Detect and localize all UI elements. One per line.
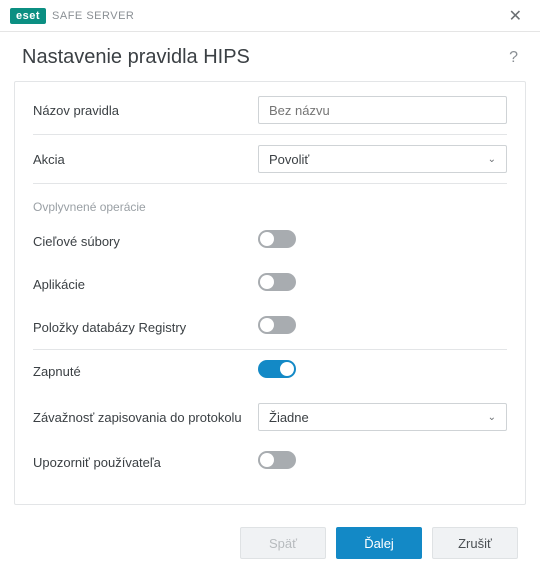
brand-logo: eset SAFE SERVER xyxy=(10,8,134,24)
action-label: Akcia xyxy=(33,152,258,167)
brand-badge: eset xyxy=(10,8,46,24)
row-registry-entries: Položky databázy Registry xyxy=(33,306,507,349)
chevron-down-icon: ⌄ xyxy=(488,412,496,423)
action-select-value: Povoliť xyxy=(269,152,309,167)
target-files-label: Cieľové súbory xyxy=(33,234,258,249)
rule-name-input[interactable] xyxy=(258,96,507,124)
rule-name-label: Názov pravidla xyxy=(33,103,258,118)
page-title: Nastavenie pravidla HIPS xyxy=(22,46,250,69)
chevron-down-icon: ⌄ xyxy=(488,154,496,165)
enabled-label: Zapnuté xyxy=(33,364,258,379)
row-target-files: Cieľové súbory xyxy=(33,220,507,263)
next-button[interactable]: Ďalej xyxy=(336,527,422,559)
enabled-toggle[interactable] xyxy=(258,360,296,378)
log-severity-value: Žiadne xyxy=(269,410,309,425)
applications-label: Aplikácie xyxy=(33,277,258,292)
log-severity-label: Závažnosť zapisovania do protokolu xyxy=(33,410,258,425)
row-log-severity: Závažnosť zapisovania do protokolu Žiadn… xyxy=(33,393,507,441)
settings-panel: Názov pravidla Akcia Povoliť ⌄ Ovplyvnen… xyxy=(14,81,526,505)
row-notify-user: Upozorniť používateľa xyxy=(33,441,507,484)
brand-product: SAFE SERVER xyxy=(52,10,134,22)
cancel-button[interactable]: Zrušiť xyxy=(432,527,518,559)
titlebar: eset SAFE SERVER ✕ xyxy=(0,0,540,32)
action-select[interactable]: Povoliť ⌄ xyxy=(258,145,507,173)
affected-ops-label: Ovplyvnené operácie xyxy=(33,184,507,220)
applications-toggle[interactable] xyxy=(258,273,296,291)
row-applications: Aplikácie xyxy=(33,263,507,306)
target-files-toggle[interactable] xyxy=(258,230,296,248)
row-action: Akcia Povoliť ⌄ xyxy=(33,135,507,183)
log-severity-select[interactable]: Žiadne ⌄ xyxy=(258,403,507,431)
row-rule-name: Názov pravidla xyxy=(33,86,507,134)
header: Nastavenie pravidla HIPS ? xyxy=(0,32,540,81)
notify-user-label: Upozorniť používateľa xyxy=(33,455,258,470)
registry-entries-toggle[interactable] xyxy=(258,316,296,334)
row-enabled: Zapnuté xyxy=(33,350,507,393)
back-button[interactable]: Späť xyxy=(240,527,326,559)
notify-user-toggle[interactable] xyxy=(258,451,296,469)
help-icon[interactable]: ? xyxy=(509,49,518,67)
footer: Späť Ďalej Zrušiť xyxy=(0,519,540,577)
close-icon[interactable]: ✕ xyxy=(503,4,528,28)
registry-entries-label: Položky databázy Registry xyxy=(33,320,258,335)
